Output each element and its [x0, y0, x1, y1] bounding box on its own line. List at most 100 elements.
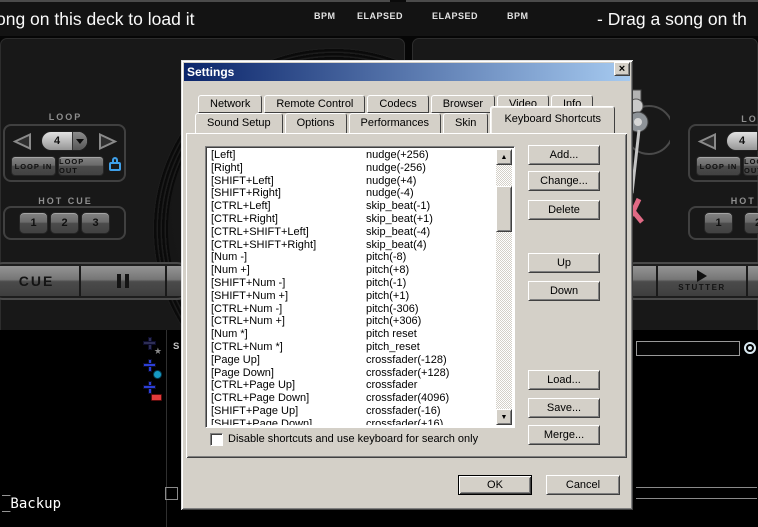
shortcut-key: [Num -]	[211, 251, 248, 264]
tab-performances[interactable]: Performances	[348, 113, 442, 133]
loop-in-button[interactable]: LOOP IN	[696, 156, 741, 176]
load-button[interactable]: Load...	[528, 370, 600, 390]
hotcue-group-left: 123	[3, 206, 126, 240]
top-bar: ong on this deck to load it BPM ELAPSED …	[0, 0, 758, 36]
shortcut-action: skip_beat(4)	[366, 238, 427, 251]
shortcut-key: [SHIFT+Num +]	[211, 289, 289, 302]
loop-in-button[interactable]: LOOP IN	[11, 156, 56, 176]
pause-button[interactable]	[81, 266, 165, 296]
pause-icon	[116, 274, 130, 288]
shortcut-row[interactable]: [Page Up] crossfader(-128)	[208, 354, 496, 367]
vertical-scrollbar[interactable]: ▲ ▼	[496, 149, 512, 425]
shortcut-key: [SHIFT+Num -]	[211, 276, 286, 289]
dialog-titlebar[interactable]: Settings	[184, 63, 630, 81]
loop-out-button[interactable]: LOOP OUT	[58, 156, 104, 176]
hotcue-button-2[interactable]: 2	[743, 212, 758, 234]
shortcut-row[interactable]: [SHIFT+Num +] pitch(+1)	[208, 290, 496, 303]
shortcut-action: pitch(+8)	[366, 264, 410, 277]
red-folder-icon	[151, 394, 162, 401]
shortcut-row[interactable]: [CTRL+SHIFT+Right] skip_beat(4)	[208, 239, 496, 252]
tab-options[interactable]: Options	[284, 113, 347, 133]
shortcut-row[interactable]: [CTRL+Page Down] crossfader(4096)	[208, 392, 496, 405]
shortcut-row[interactable]: [Page Down] crossfader(+128)	[208, 367, 496, 380]
shortcut-action: pitch reset	[366, 328, 417, 341]
shortcut-row[interactable]: [CTRL+Page Up] crossfader	[208, 379, 496, 392]
shortcut-row[interactable]: [SHIFT+Page Up] crossfader(-16)	[208, 405, 496, 418]
loop-group-left: 4 LOOP IN LOOP OUT	[3, 124, 126, 182]
shortcut-row[interactable]: [CTRL+Right] skip_beat(+1)	[208, 213, 496, 226]
tab-sound-setup[interactable]: Sound Setup	[195, 113, 283, 133]
change-button[interactable]: Change...	[528, 171, 600, 191]
filter-folder-icon[interactable]	[142, 381, 162, 401]
disable-shortcuts-label: Disable shortcuts and use keyboard for s…	[228, 433, 479, 445]
shortcut-row[interactable]: [SHIFT+Num -] pitch(-1)	[208, 277, 496, 290]
cue-button[interactable]: CUE	[0, 266, 79, 296]
add-button[interactable]: Add...	[528, 145, 600, 165]
shortcut-row[interactable]: [Num -] pitch(-8)	[208, 251, 496, 264]
transport-left: CUE	[0, 262, 190, 300]
shortcut-row[interactable]: [Num *] pitch reset	[208, 328, 496, 341]
cancel-button[interactable]: Cancel	[546, 475, 620, 495]
shortcut-row[interactable]: [Right] nudge(-256)	[208, 162, 496, 175]
ok-button[interactable]: OK	[458, 475, 532, 495]
smart-lock-icon[interactable]	[109, 157, 121, 171]
record-icon[interactable]	[744, 342, 756, 354]
merge-button[interactable]: Merge...	[528, 425, 600, 445]
shortcut-key: [Right]	[211, 161, 243, 174]
tab-browser[interactable]: Browser	[430, 95, 496, 113]
scroll-down-button[interactable]: ▼	[496, 409, 512, 425]
shortcut-row[interactable]: [Left] nudge(+256)	[208, 149, 496, 162]
stutter-button[interactable]: STUTTER	[658, 266, 746, 296]
save-button[interactable]: Save...	[528, 398, 600, 418]
browser-checkbox-partial[interactable]	[165, 487, 178, 500]
loop-double-icon[interactable]	[98, 133, 118, 150]
hotcue-button-1[interactable]: 1	[704, 212, 733, 234]
scrollbar-thumb[interactable]	[496, 186, 512, 232]
loop-half-icon[interactable]	[697, 133, 717, 150]
delete-button[interactable]: Delete	[528, 200, 600, 220]
tab-remote-control[interactable]: Remote Control	[264, 95, 366, 113]
loop-length-select[interactable]: 4	[41, 131, 88, 151]
shortcut-action: pitch_reset	[366, 340, 420, 353]
shortcut-action: pitch(+1)	[366, 289, 410, 302]
shortcut-row[interactable]: [CTRL+Num -] pitch(-306)	[208, 303, 496, 316]
shortcut-row[interactable]: [SHIFT+Page Down] crossfader(+16)	[208, 418, 496, 425]
shortcut-row[interactable]: [CTRL+Left] skip_beat(-1)	[208, 200, 496, 213]
hotcue-button-1[interactable]: 1	[19, 212, 48, 234]
shortcut-row[interactable]: [Num +] pitch(+8)	[208, 264, 496, 277]
loop-length-dropdown[interactable]	[72, 132, 87, 150]
shortcut-row[interactable]: [CTRL+SHIFT+Left] skip_beat(-4)	[208, 226, 496, 239]
favorite-folder-icon[interactable]: ★	[142, 337, 162, 356]
panel-top-gap	[390, 0, 406, 2]
hotcue-button-2[interactable]: 2	[50, 212, 79, 234]
shortcut-row[interactable]: [SHIFT+Left] nudge(+4)	[208, 175, 496, 188]
dialog-title: Settings	[187, 65, 235, 79]
tab-network[interactable]: Network	[198, 95, 263, 113]
star-icon: ★	[153, 346, 162, 356]
settings-dialog: Settings × Network Remote Control Codecs Br…	[181, 60, 633, 510]
elapsed-label-left: ELAPSED	[357, 11, 404, 21]
shortcut-key: [Page Down]	[211, 366, 274, 379]
shortcut-action: nudge(+4)	[366, 174, 417, 187]
down-button[interactable]: Down	[528, 281, 600, 301]
shortcut-action: crossfader(-128)	[366, 353, 447, 366]
up-button[interactable]: Up	[528, 253, 600, 273]
shortcut-row[interactable]: [CTRL+Num *] pitch_reset	[208, 341, 496, 354]
bpm-label-right: BPM	[507, 11, 529, 21]
search-input[interactable]	[636, 341, 740, 356]
hotcue-button-3[interactable]: 3	[81, 212, 110, 234]
tab-codecs[interactable]: Codecs	[367, 95, 429, 113]
shortcut-row[interactable]: [SHIFT+Right] nudge(-4)	[208, 187, 496, 200]
loop-half-icon[interactable]	[12, 133, 32, 150]
virtual-folder-icon[interactable]	[142, 359, 162, 379]
tab-keyboard-shortcuts[interactable]: Keyboard Shortcuts	[490, 106, 616, 133]
scroll-up-button[interactable]: ▲	[496, 149, 512, 165]
disable-shortcuts-checkbox[interactable]	[210, 433, 223, 446]
close-button[interactable]: ×	[614, 62, 630, 76]
loop-length-select[interactable]: 4	[726, 131, 758, 151]
deck-left-hint: ong on this deck to load it	[0, 9, 195, 29]
tab-skin[interactable]: Skin	[443, 113, 489, 133]
loop-out-button[interactable]: LOOP OUT	[743, 156, 758, 176]
play-button-partial[interactable]	[748, 266, 758, 296]
shortcut-row[interactable]: [CTRL+Num +] pitch(+306)	[208, 315, 496, 328]
